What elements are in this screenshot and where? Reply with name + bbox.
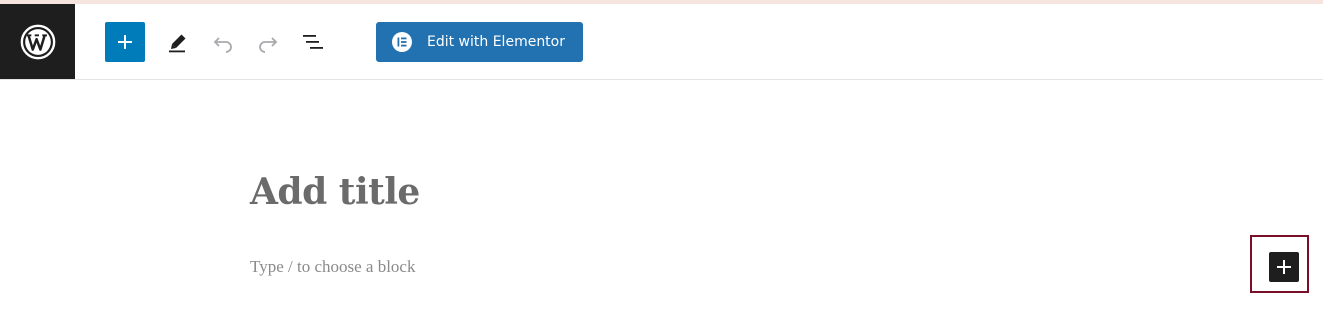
pencil-icon [169, 34, 186, 53]
redo-icon [259, 37, 278, 53]
elementor-button-label: Edit with Elementor [427, 34, 565, 50]
wordpress-logo-button[interactable] [0, 4, 75, 79]
plus-icon [118, 35, 132, 49]
post-title-input[interactable]: Add title [250, 171, 420, 213]
edit-with-elementor-button[interactable]: Edit with Elementor [376, 22, 583, 62]
list-view-icon [303, 35, 323, 49]
plus-icon [1277, 260, 1291, 274]
tools-button[interactable] [158, 22, 198, 62]
redo-button[interactable] [248, 22, 288, 62]
add-block-button[interactable] [1269, 252, 1299, 282]
undo-button[interactable] [203, 22, 243, 62]
list-view-button[interactable] [293, 22, 333, 62]
undo-icon [213, 37, 232, 53]
wordpress-logo-icon [20, 24, 55, 59]
editor-toolbar: Edit with Elementor [0, 4, 1323, 80]
elementor-icon [392, 32, 412, 52]
block-placeholder-input[interactable]: Type / to choose a block [250, 257, 415, 277]
block-inserter-button[interactable] [105, 22, 145, 62]
